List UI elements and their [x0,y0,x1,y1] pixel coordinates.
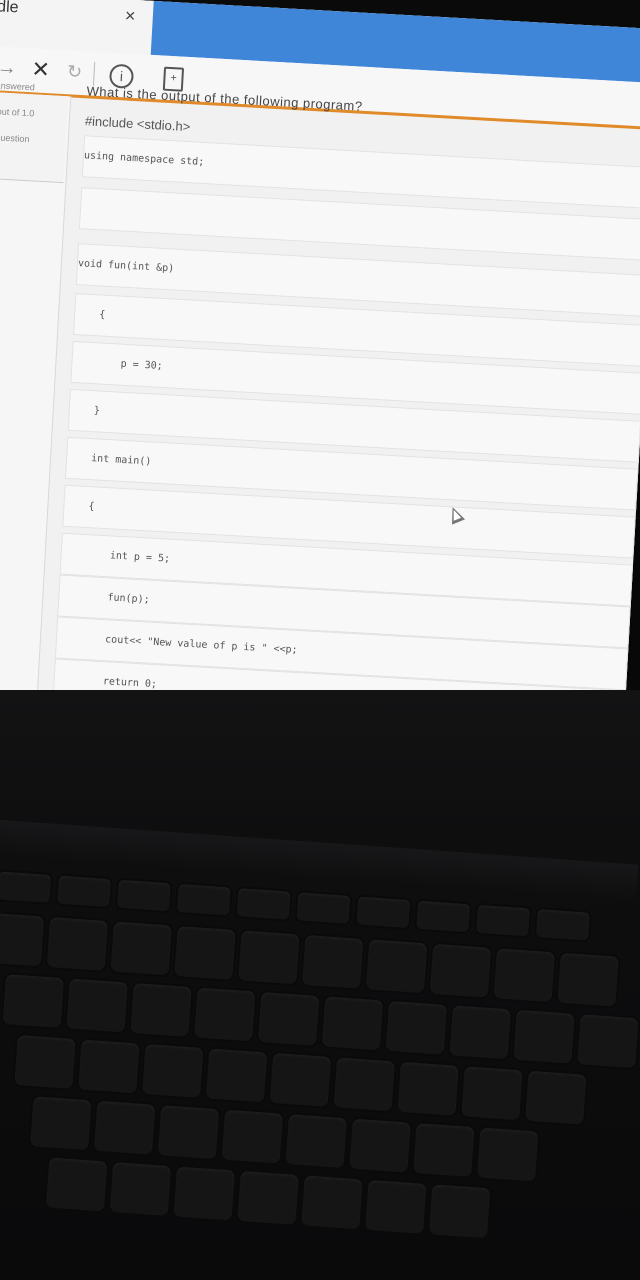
keyboard-key [416,900,471,933]
keyboard-key [110,921,172,976]
keyboard-key [513,1009,575,1064]
keyboard-key [173,1166,235,1221]
tab-close-icon[interactable]: × [124,5,136,27]
keyboard-key [428,1184,491,1239]
keyboard-key [477,1127,539,1182]
keyboard-key [333,1057,395,1112]
keyboard-key [236,888,291,920]
forward-icon[interactable]: → [0,54,20,81]
keyboard-key [356,896,411,929]
keyboard-key [269,1052,332,1107]
keyboard-key [205,1048,268,1103]
keyboard-key [285,1114,347,1169]
keyboard-key [385,1000,448,1055]
photo-scene: dle × → ✕ ↻ i + t answered d out of 1.0 … [0,0,640,1280]
keyboard-key [30,1096,92,1151]
keyboard-key [66,978,128,1033]
keyboard-key [476,904,530,937]
keyboard-key [349,1118,411,1173]
keyboard-key [449,1005,511,1060]
keyboard-key [117,879,171,912]
keyboard-key [365,1179,427,1234]
keyboard-key [493,948,555,1003]
keyboard-key [429,943,492,998]
laptop-screen: dle × → ✕ ↻ i + t answered d out of 1.0 … [0,0,640,769]
keyboard-key [130,983,192,1037]
question-status-box: t answered d out of 1.0 g question [0,80,69,184]
reload-icon[interactable]: ↻ [61,58,88,85]
keyboard-key [577,1014,639,1069]
keyboard-key [413,1123,475,1178]
keyboard [0,860,640,1280]
keyboard-key [45,1157,108,1212]
keyboard-key [557,952,619,1007]
keyboard-key [0,871,52,903]
keyboard-key [78,1039,140,1094]
keyboard-key [109,1162,172,1216]
question-marks: d out of 1.0 [0,106,35,119]
keyboard-key [0,912,45,967]
keyboard-key [94,1100,156,1155]
keyboard-key [525,1070,587,1125]
keyboard-key [176,883,231,916]
stop-icon[interactable]: ✕ [27,56,54,83]
keyboard-key [397,1061,459,1116]
flag-question-link[interactable]: g question [0,132,30,144]
keyboard-key [296,892,351,924]
keyboard-key [2,974,64,1029]
keyboard-key [174,925,236,980]
keyboard-key [365,939,428,994]
tab-title: dle [0,0,19,17]
toolbar-divider [92,61,96,86]
keyboard-key [194,987,256,1042]
keyboard-key [157,1105,220,1160]
keyboard-key [321,996,384,1051]
keyboard-key [142,1043,204,1098]
keyboard-key [221,1109,284,1164]
keyboard-key [257,991,320,1046]
keyboard-key [301,1175,363,1230]
keyboard-key [302,934,364,989]
keyboard-key [238,930,300,985]
keyboard-key [461,1066,523,1121]
browser-tab[interactable]: dle × [0,0,155,55]
keyboard-key [46,917,109,971]
keyboard-key [535,909,590,941]
keyboard-key [57,875,111,908]
question-status: t answered [0,80,36,93]
keyboard-key [14,1035,76,1089]
question-content: What is the output of the following prog… [41,83,640,768]
keyboard-key [237,1170,299,1225]
